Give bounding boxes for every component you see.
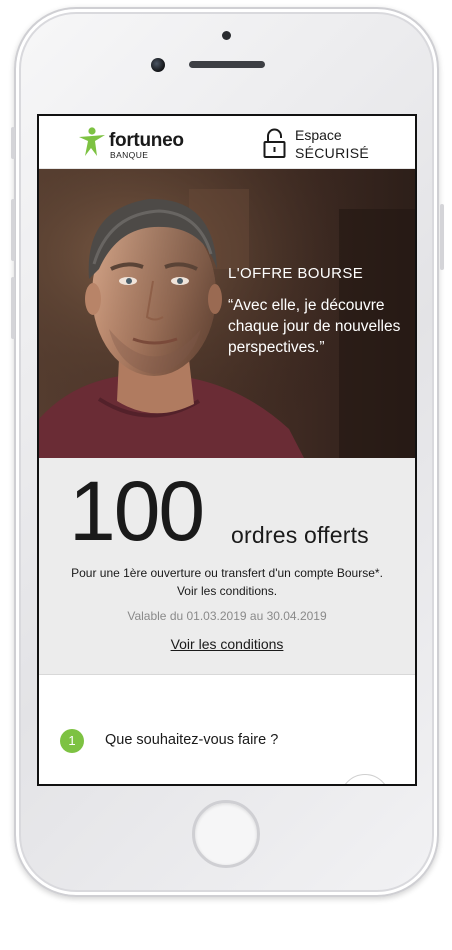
offer-validity: Valable du 01.03.2019 au 30.04.2019 bbox=[127, 609, 327, 623]
lock-icon bbox=[263, 128, 286, 158]
secure-space-link[interactable]: Espace SÉCURISÉ bbox=[263, 124, 393, 162]
site-header: fortuneo BANQUE Espace SÉCURISÉ bbox=[39, 116, 415, 169]
brand-name: fortuneo bbox=[109, 130, 184, 151]
offer-unit: ordres offerts bbox=[231, 522, 369, 548]
volume-up-button bbox=[11, 199, 15, 261]
offer-number: 100 bbox=[69, 464, 205, 558]
offer-description-line2: Voir les conditions. bbox=[176, 584, 278, 598]
step-number-badge: 1 bbox=[60, 729, 84, 753]
proximity-sensor bbox=[222, 31, 231, 40]
volume-down-button bbox=[11, 277, 15, 339]
mute-switch bbox=[11, 127, 15, 159]
hero-kicker: L'OFFRE BOURSE bbox=[228, 265, 364, 282]
step-section: 1 Que souhaitez-vous faire ? bbox=[39, 676, 415, 784]
offer-section: 100 ordres offerts Pour une 1ère ouvertu… bbox=[39, 458, 415, 675]
conditions-link[interactable]: Voir les conditions bbox=[39, 636, 415, 652]
home-button[interactable] bbox=[192, 800, 260, 868]
brand-subtitle: BANQUE bbox=[110, 150, 149, 160]
fortuneo-logo[interactable]: fortuneo BANQUE bbox=[77, 126, 197, 160]
phone-screen: fortuneo BANQUE Espace SÉCURISÉ L'OFFRE … bbox=[37, 114, 417, 786]
hero-banner: L'OFFRE BOURSE “Avec elle, je découvre c… bbox=[39, 169, 415, 458]
secure-label-line2: SÉCURISÉ bbox=[295, 145, 369, 161]
hero-quote: “Avec elle, je découvre chaque jour de n… bbox=[228, 297, 401, 356]
fortuneo-logo-icon bbox=[79, 127, 105, 156]
secure-label-line1: Espace bbox=[295, 127, 342, 143]
scroll-down-button[interactable] bbox=[340, 774, 390, 784]
front-camera bbox=[151, 58, 165, 72]
earpiece-speaker bbox=[189, 61, 265, 68]
power-button bbox=[440, 204, 444, 270]
offer-description: Pour une 1ère ouverture ou transfert d'u… bbox=[39, 564, 415, 600]
step-question: Que souhaitez-vous faire ? bbox=[105, 732, 279, 748]
offer-description-line1: Pour une 1ère ouverture ou transfert d'u… bbox=[71, 566, 383, 580]
